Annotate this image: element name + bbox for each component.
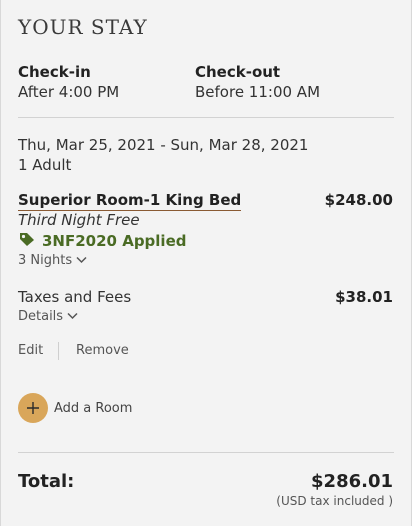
- stay-dates: Thu, Mar 25, 2021 - Sun, Mar 28, 2021: [18, 136, 309, 154]
- taxes-amount: $38.01: [335, 288, 393, 306]
- add-room-button[interactable]: Add a Room: [18, 393, 132, 423]
- total-label: Total:: [18, 471, 75, 492]
- checkout-label: Check-out: [195, 63, 281, 81]
- total-value: $286.01: [311, 471, 393, 492]
- room-name-link[interactable]: Superior Room-1 King Bed: [18, 191, 242, 211]
- stay-heading: YOUR STAY: [18, 15, 148, 39]
- taxes-label: Taxes and Fees: [18, 288, 132, 306]
- room-price: $248.00: [324, 191, 393, 209]
- nights-label: 3 Nights: [18, 253, 73, 268]
- action-separator: [58, 342, 59, 360]
- promo-code: 3NF2020 Applied: [42, 232, 187, 250]
- promo-applied: 3NF2020 Applied: [18, 231, 187, 251]
- tax-note: (USD tax included ): [276, 494, 393, 508]
- nights-toggle[interactable]: 3 Nights: [18, 253, 87, 268]
- checkout-value: Before 11:00 AM: [195, 83, 321, 101]
- chevron-down-icon: [67, 309, 78, 324]
- plus-icon: [18, 393, 48, 423]
- promo-name: Third Night Free: [18, 211, 140, 229]
- edit-button[interactable]: Edit: [18, 343, 43, 358]
- divider: [18, 117, 394, 118]
- checkin-value: After 4:00 PM: [18, 83, 120, 101]
- details-toggle[interactable]: Details: [18, 309, 78, 324]
- tag-icon: [18, 231, 36, 251]
- remove-button[interactable]: Remove: [76, 343, 129, 358]
- chevron-down-icon: [76, 253, 87, 268]
- checkin-label: Check-in: [18, 63, 91, 81]
- details-label: Details: [18, 309, 64, 324]
- add-room-label: Add a Room: [54, 400, 133, 416]
- guest-count: 1 Adult: [18, 156, 72, 174]
- divider: [18, 452, 394, 453]
